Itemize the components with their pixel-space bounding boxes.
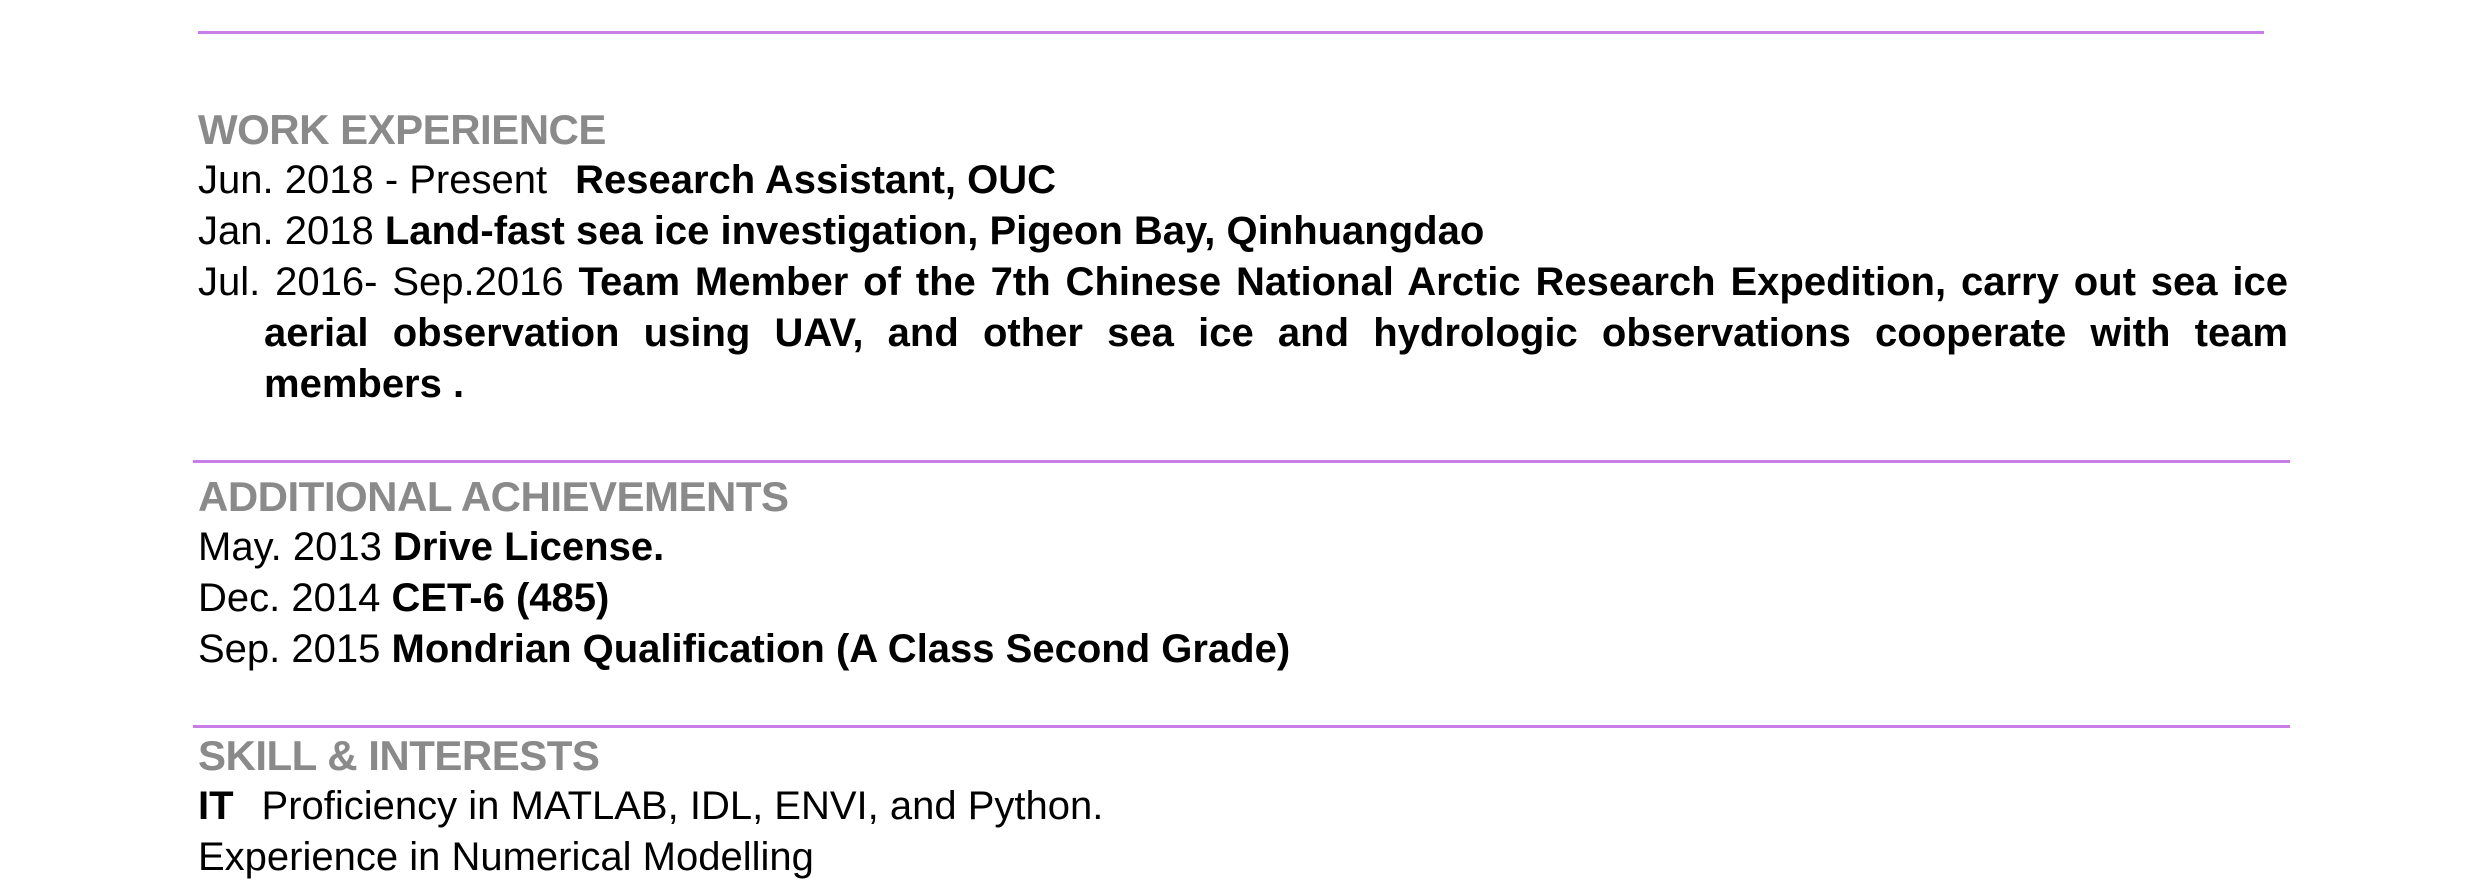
achievements-heading: ADDITIONAL ACHIEVEMENTS — [198, 473, 789, 520]
achievement-date: Dec. 2014 — [198, 576, 381, 620]
section-divider — [193, 725, 2290, 728]
skill-it-text: Proficiency in MATLAB, IDL, ENVI, and Py… — [261, 784, 1104, 828]
achievement-detail: Drive License. — [392, 525, 665, 569]
work-entry-detail: Land-fast sea ice investigation, Pigeon … — [384, 209, 1485, 253]
work-entry: Jan. 2018 Land-fast sea ice investigatio… — [198, 206, 2288, 257]
achievement-entry: Sep. 2015 Mondrian Qualification (A Clas… — [198, 624, 2288, 675]
work-experience-heading: WORK EXPERIENCE — [198, 106, 606, 153]
top-divider — [198, 31, 2264, 34]
work-entry-date: Jan. 2018 — [198, 209, 374, 253]
achievement-entry: May. 2013 Drive License. — [198, 522, 2288, 573]
skills-section: SKILL & INTERESTS IT Proficiency in MATLA… — [198, 731, 2288, 883]
section-divider — [193, 460, 2290, 463]
work-entry: Jul. 2016- Sep.2016 Team Member of the 7… — [198, 257, 2288, 410]
work-entry-detail: Team Member of the 7th Chinese National … — [264, 260, 2288, 406]
achievements-section: ADDITIONAL ACHIEVEMENTS May. 2013 Drive … — [198, 472, 2288, 675]
skill-entry-extra: Experience in Numerical Modelling — [198, 832, 2288, 883]
work-entry: Jun. 2018 - Present Research Assistant, O… — [198, 155, 2288, 206]
skill-extra-text: Experience in Numerical Modelling — [198, 835, 814, 879]
achievement-date: May. 2013 — [198, 525, 382, 569]
achievement-date: Sep. 2015 — [198, 627, 381, 671]
work-entry-detail: Research Assistant, OUC — [575, 158, 1057, 202]
work-experience-section: WORK EXPERIENCE Jun. 2018 - Present Resea… — [198, 105, 2288, 410]
achievement-detail: CET-6 (485) — [391, 576, 610, 620]
skills-heading: SKILL & INTERESTS — [198, 732, 600, 779]
skill-it-label: IT — [198, 784, 234, 828]
work-entry-date: Jun. 2018 - Present — [198, 158, 548, 202]
achievement-entry: Dec. 2014 CET-6 (485) — [198, 573, 2288, 624]
work-entry-date: Jul. 2016- Sep.2016 — [198, 260, 564, 304]
achievement-detail: Mondrian Qualification (A Class Second G… — [391, 627, 1291, 671]
skill-entry-it: IT Proficiency in MATLAB, IDL, ENVI, and … — [198, 781, 2288, 832]
